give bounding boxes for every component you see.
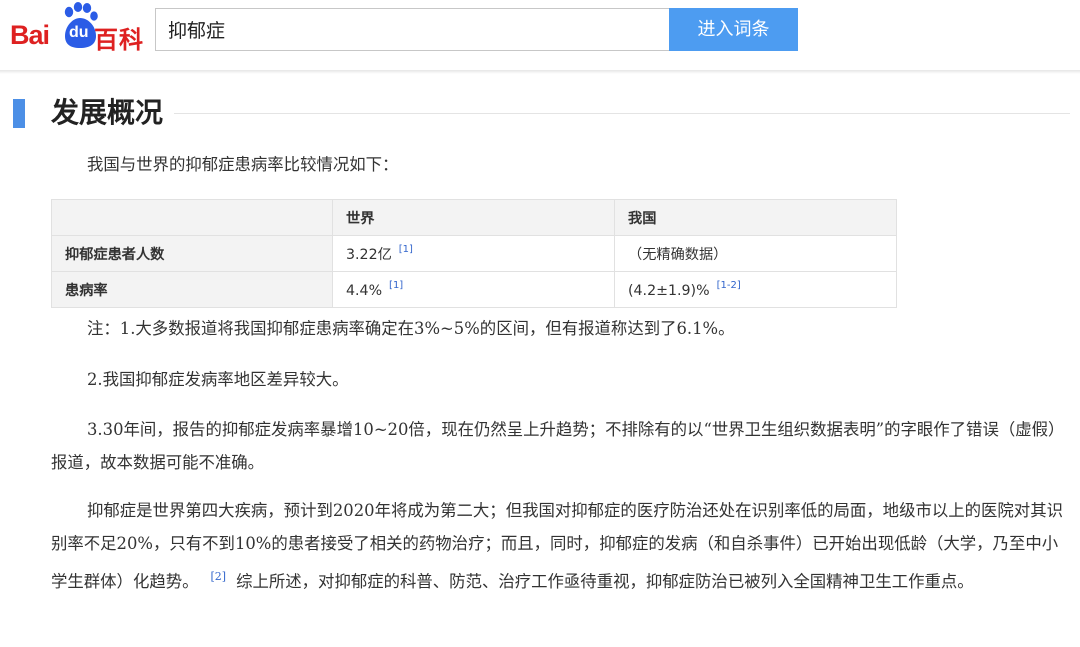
- table-header-cell: 世界: [332, 199, 615, 236]
- table-header-cell: [51, 199, 333, 236]
- table-row: 抑郁症患者人数 3.22亿 [1] （无精确数据）: [51, 235, 897, 272]
- table-cell: (4.2±1.9)% [1-2]: [614, 271, 897, 308]
- cell-value: 4.4%: [346, 283, 383, 299]
- header-bar: Bai du 百科 进入词条: [0, 0, 1080, 70]
- body-paragraph: 抑郁症是世界第四大疾病，预计到2020年将成为第二大；但我国对抑郁症的医疗防治还…: [51, 494, 1071, 598]
- table-row-label: 抑郁症患者人数: [51, 235, 333, 272]
- note-paragraph: 2.我国抑郁症发病率地区差异较大。: [87, 370, 349, 389]
- table-cell: （无精确数据）: [614, 235, 897, 272]
- citation-link[interactable]: [2]: [211, 570, 227, 583]
- logo-baike-text: 百科: [94, 26, 144, 54]
- note-paragraph: 注：1.大多数报道将我国抑郁症患病率确定在3%~5%的区间，但有报道称达到了6.…: [87, 319, 735, 338]
- note-paragraph: 3.30年间，报告的抑郁症发病率暴增10~20倍，现在仍然呈上升趋势；不排除有的…: [51, 420, 1065, 472]
- baidu-baike-logo[interactable]: Bai du 百科: [10, 2, 145, 54]
- table-header-row: 世界 我国: [51, 199, 897, 236]
- cell-value: 3.22亿: [346, 246, 392, 263]
- citation-link[interactable]: [1]: [399, 244, 413, 255]
- table-cell: 3.22亿 [1]: [332, 235, 615, 272]
- prevalence-table: 世界 我国 抑郁症患者人数 3.22亿 [1] （无精确数据） 患病率 4.4% […: [51, 199, 897, 308]
- section-title: 发展概况: [51, 96, 164, 129]
- body-text: 综上所述，对抑郁症的科普、防范、治疗工作亟待重视，抑郁症防治已被列入全国精神卫生…: [236, 572, 974, 591]
- header-shadow: [0, 70, 1080, 74]
- enter-entry-button[interactable]: 进入词条: [669, 8, 798, 51]
- table-cell: 4.4% [1]: [332, 271, 615, 308]
- citation-link[interactable]: [1-2]: [717, 280, 741, 291]
- logo-bai-text: Bai: [10, 20, 50, 50]
- table-row-label: 患病率: [51, 271, 333, 308]
- section-accent-bar: [13, 99, 25, 128]
- cell-value: （无精确数据）: [628, 246, 728, 263]
- cell-value: (4.2±1.9)%: [628, 283, 710, 299]
- table-row: 患病率 4.4% [1] (4.2±1.9)% [1-2]: [51, 271, 897, 308]
- search-input[interactable]: [155, 8, 670, 51]
- intro-paragraph: 我国与世界的抑郁症患病率比较情况如下：: [87, 155, 399, 174]
- citation-link[interactable]: [1]: [389, 280, 403, 291]
- logo-du-text: du: [69, 24, 89, 41]
- table-header-cell: 我国: [614, 199, 897, 236]
- section-title-divider: [174, 113, 1070, 114]
